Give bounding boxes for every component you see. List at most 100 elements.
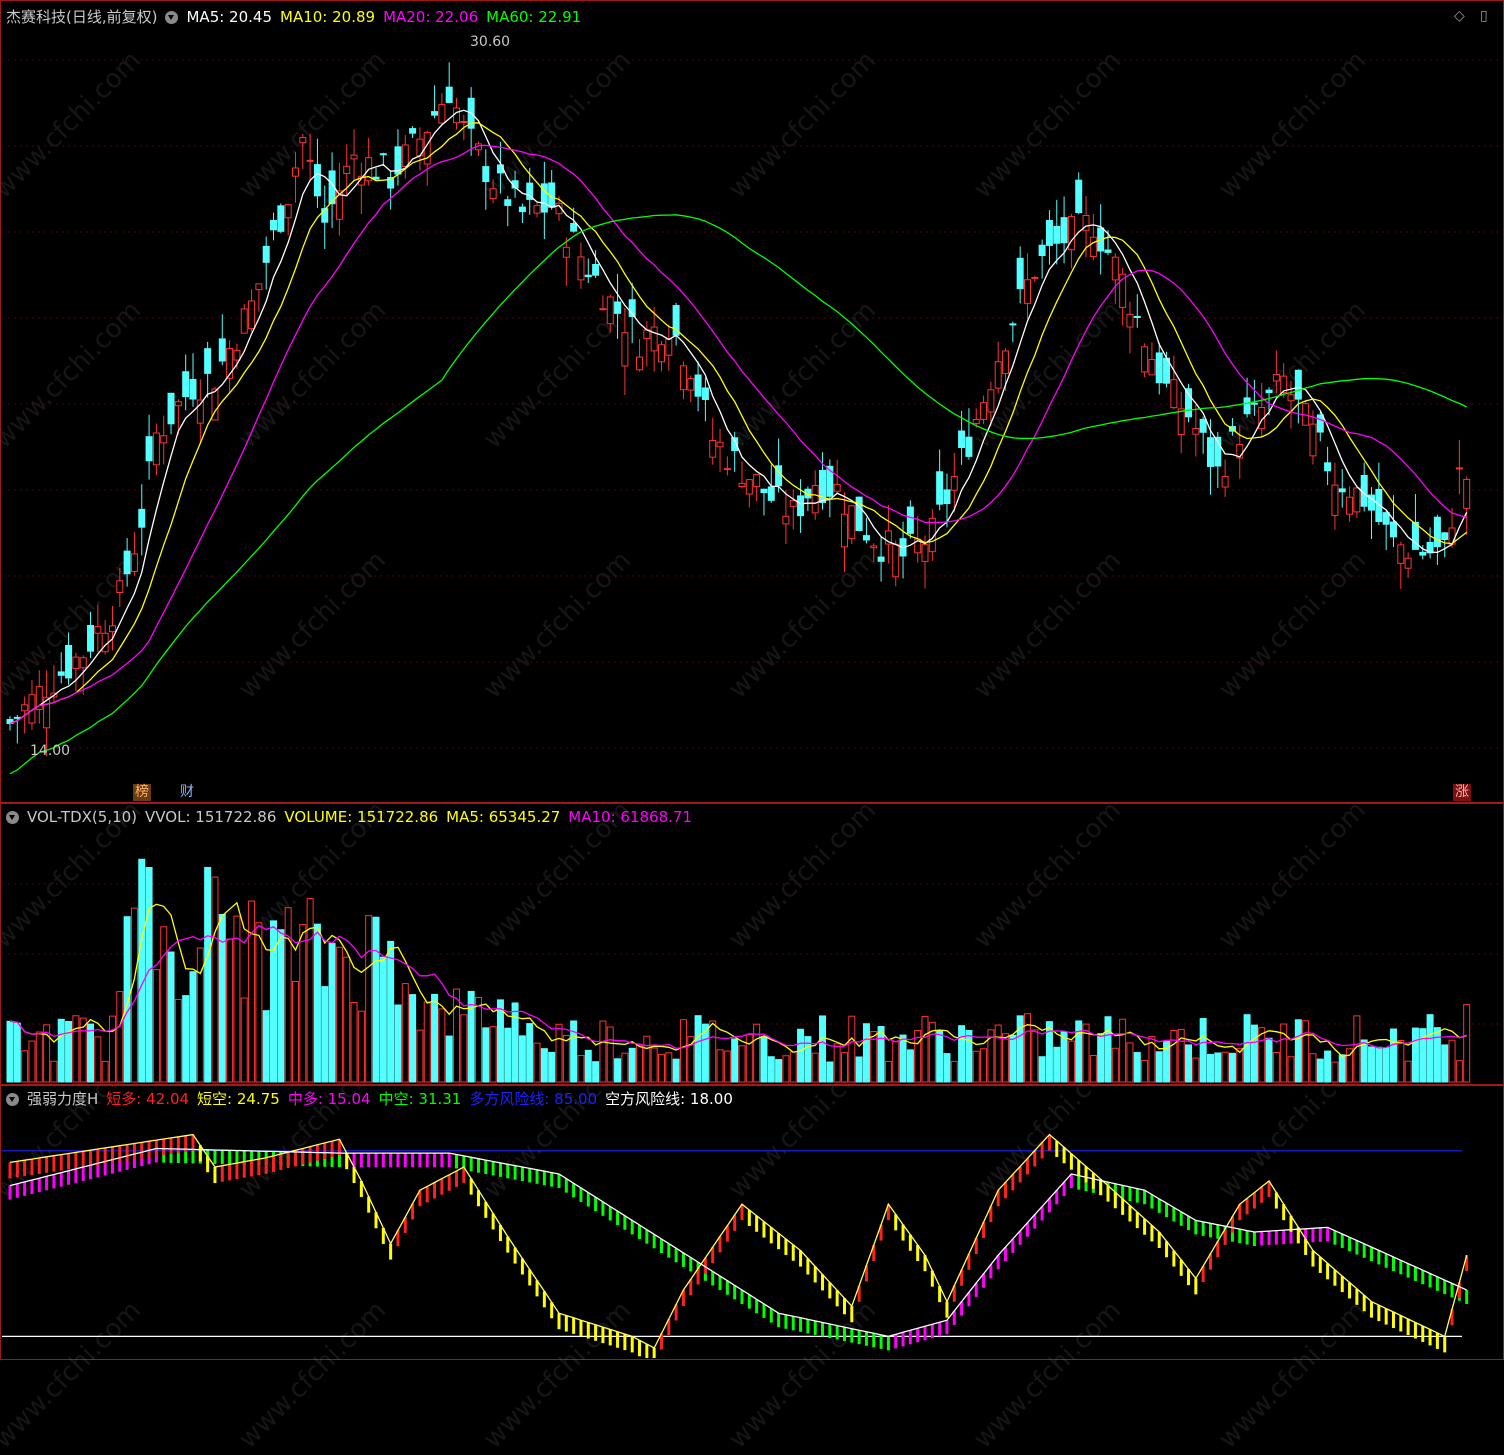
- volume-bar: [1441, 1044, 1449, 1083]
- toggle-circle-icon[interactable]: [165, 11, 179, 24]
- volume-bar: [240, 997, 248, 1083]
- volume-bar: [504, 1027, 512, 1083]
- volume-bar: [431, 993, 439, 1083]
- toggle-circle-icon[interactable]: [6, 811, 19, 824]
- volume-bar: [299, 924, 307, 1083]
- candle: [65, 632, 73, 685]
- kline-chart[interactable]: [2, 0, 1500, 802]
- candle: [482, 149, 490, 210]
- volume-bar: [980, 1048, 988, 1083]
- volume-bar: [972, 1050, 980, 1083]
- candle: [372, 168, 380, 180]
- candle: [101, 620, 109, 655]
- candle: [306, 133, 314, 181]
- volume-bar: [174, 998, 182, 1083]
- indicator-chart[interactable]: [2, 1086, 1500, 1358]
- candle: [1199, 416, 1207, 454]
- candle: [745, 479, 753, 508]
- volume-bar: [357, 1010, 365, 1083]
- square-icon[interactable]: ▯: [1480, 8, 1488, 24]
- candle: [277, 203, 285, 234]
- volume-bar: [1214, 1052, 1222, 1083]
- volume-bar: [1411, 1027, 1419, 1083]
- candle: [240, 304, 248, 334]
- volume-bar: [950, 1060, 958, 1083]
- volume-bar: [936, 1030, 944, 1083]
- candle: [753, 473, 761, 502]
- volume-bar: [599, 1020, 607, 1083]
- indicator-legend-item-5: 空方风险线: 18.00: [605, 1090, 733, 1108]
- volume-bar: [321, 986, 329, 1083]
- candle: [1053, 199, 1061, 265]
- volume-bar: [379, 956, 387, 1083]
- candle: [416, 127, 424, 171]
- candle: [87, 611, 95, 659]
- bang-badge[interactable]: 榜: [133, 784, 151, 801]
- candle: [262, 236, 270, 290]
- candle: [672, 302, 680, 346]
- candle: [218, 314, 226, 366]
- volume-bar: [650, 1047, 658, 1083]
- volume-bar: [665, 1052, 673, 1083]
- candle: [709, 417, 717, 465]
- volume-bar: [958, 1025, 966, 1083]
- candle: [716, 428, 724, 473]
- kline-header: 杰赛科技(日线,前复权) MA5: 20.45 MA10: 20.89 MA20: 2…: [6, 8, 597, 26]
- candle: [936, 449, 944, 511]
- ma60-line: [9, 214, 1467, 775]
- volume-bar: [343, 956, 351, 1083]
- candle: [438, 93, 446, 124]
- candle: [1368, 487, 1376, 539]
- toggle-circle-icon[interactable]: [6, 1093, 19, 1106]
- indicator-header: 强弱力度H 短多: 42.04 短空: 24.75 中多: 15.04 中空: 31.3…: [6, 1090, 749, 1108]
- candle: [701, 377, 709, 422]
- candle: [72, 652, 80, 692]
- volume-bar: [731, 1038, 739, 1083]
- candle: [1170, 355, 1178, 410]
- volume-legend: VVOL: 151722.86 VOLUME: 151722.86 MA5: 653…: [145, 808, 700, 826]
- volume-bar: [570, 1020, 578, 1083]
- volume-chart[interactable]: [2, 804, 1500, 1084]
- volume-bar: [255, 922, 263, 1083]
- candle: [467, 87, 475, 156]
- candle: [1031, 275, 1039, 283]
- indicator-legend-item-3: 中空: 31.31: [378, 1090, 462, 1108]
- candle: [196, 379, 204, 444]
- candle: [775, 438, 783, 493]
- ma10-line: [9, 122, 1468, 725]
- volume-bar: [138, 858, 146, 1083]
- candle: [116, 567, 124, 607]
- volume-panel[interactable]: VOL-TDX(5,10) VVOL: 151722.86 VOLUME: 1517…: [2, 804, 1500, 1084]
- volume-bar: [1360, 1039, 1368, 1083]
- candle: [1126, 301, 1134, 354]
- diamond-icon[interactable]: ◇: [1454, 8, 1465, 24]
- volume-bar: [819, 1015, 827, 1083]
- candle: [138, 484, 146, 556]
- candle: [1455, 440, 1463, 495]
- indicator-panel[interactable]: 强弱力度H 短多: 42.04 短空: 24.75 中多: 15.04 中空: 31.3…: [2, 1086, 1500, 1358]
- volume-bar: [921, 1016, 929, 1083]
- candle: [1294, 369, 1302, 424]
- kline-panel[interactable]: 杰赛科技(日线,前复权) MA5: 20.45 MA10: 20.89 MA20: 2…: [2, 0, 1500, 802]
- candle: [584, 258, 592, 283]
- cai-badge[interactable]: 财: [178, 784, 196, 801]
- candle: [130, 532, 138, 576]
- volume-bar: [1228, 1052, 1236, 1083]
- volume-bar: [72, 1015, 80, 1083]
- candle: [1463, 476, 1471, 536]
- zhang-badge[interactable]: 涨: [1453, 784, 1471, 801]
- volume-bar: [284, 907, 292, 1083]
- candle: [1441, 531, 1449, 558]
- candle: [28, 680, 36, 730]
- candle: [226, 340, 234, 393]
- volume-bar: [1265, 1037, 1273, 1083]
- volume-bar: [1368, 1046, 1376, 1083]
- volume-bar: [474, 996, 482, 1083]
- volume-bar: [1089, 1054, 1097, 1083]
- candle: [1177, 391, 1185, 454]
- volume-bar: [306, 898, 314, 1083]
- volume-bar: [782, 1055, 790, 1083]
- volume-bar: [401, 983, 409, 1083]
- volume-bar: [555, 1023, 563, 1083]
- volume-bar: [313, 923, 321, 1083]
